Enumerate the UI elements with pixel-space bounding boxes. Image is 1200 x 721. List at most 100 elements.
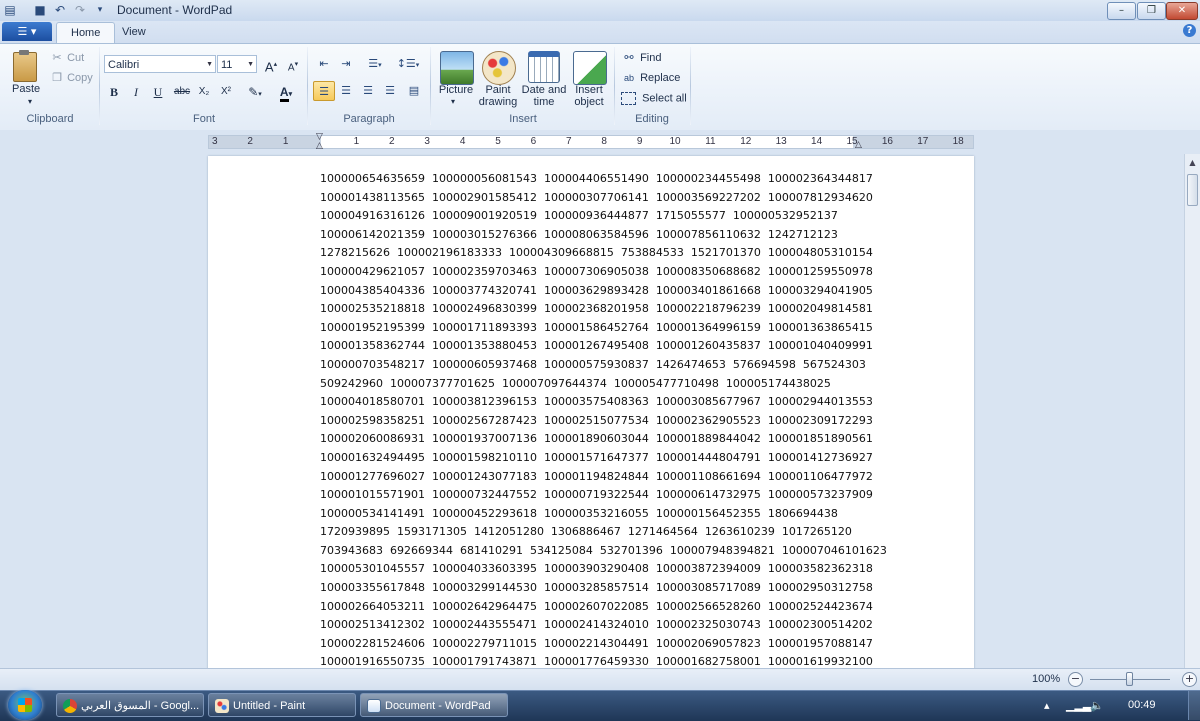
document-line[interactable]: 1720939895 1593171305 1412051280 1306886… xyxy=(320,523,887,542)
document-text[interactable]: 100000654635659 100000056081543 10000440… xyxy=(320,170,887,672)
document-line[interactable]: 1278215626 100002196183333 1000043096688… xyxy=(320,244,887,263)
ruler-tick-label: 2 xyxy=(247,136,253,147)
document-line[interactable]: 100002281524606 100002279711015 10000221… xyxy=(320,635,887,654)
show-desktop-button[interactable] xyxy=(1188,691,1200,720)
font-size-value: 11 xyxy=(221,59,233,71)
align-center-icon: ☰ xyxy=(341,84,351,97)
document-line[interactable]: 100001952195399 100001711893393 10000158… xyxy=(320,319,887,338)
font-size-select[interactable]: 11 ▼ xyxy=(217,55,257,73)
close-button[interactable]: ✕ xyxy=(1166,2,1198,20)
font-family-value: Calibri xyxy=(108,59,140,71)
scroll-thumb[interactable] xyxy=(1187,174,1198,206)
document-page[interactable]: 100000654635659 100000056081543 10000440… xyxy=(208,156,974,676)
grow-font-button[interactable]: A▴ xyxy=(261,54,281,74)
align-right-button[interactable]: ☰ xyxy=(357,81,379,101)
save-icon[interactable]: ■ xyxy=(32,3,48,18)
date-time-button[interactable]: Date and time xyxy=(522,49,566,111)
decrease-indent-button[interactable]: ⇤ xyxy=(313,54,335,74)
paint-drawing-button[interactable]: Paint drawing xyxy=(478,49,518,111)
taskbar-clock[interactable]: 00:49 xyxy=(1128,699,1156,711)
document-line[interactable]: 100004018580701 100003812396153 10000357… xyxy=(320,393,887,412)
tray-expand-icon[interactable]: ▴ xyxy=(1044,699,1050,712)
maximize-button[interactable]: ❐ xyxy=(1137,2,1166,20)
document-line[interactable]: 100001632494495 100001598210110 10000157… xyxy=(320,449,887,468)
ruler-tick-label: 12 xyxy=(740,136,752,147)
zoom-slider-thumb[interactable] xyxy=(1126,672,1133,686)
clipboard-group-label: Clipboard xyxy=(26,113,74,125)
find-button[interactable]: ⚯ Find xyxy=(621,51,661,64)
redo-icon[interactable]: ↷ xyxy=(72,3,88,18)
minimize-button[interactable]: – xyxy=(1107,2,1136,20)
zoom-in-button[interactable]: + xyxy=(1182,672,1197,687)
document-line[interactable]: 100002664053211 100002642964475 10000260… xyxy=(320,598,887,617)
help-icon[interactable]: ? xyxy=(1183,24,1196,37)
undo-icon[interactable]: ↶ xyxy=(52,3,68,18)
paste-dropdown-icon[interactable]: ▾ xyxy=(28,97,32,106)
copy-button[interactable]: ❐ Copy xyxy=(50,71,93,84)
tab-view[interactable]: View xyxy=(108,22,160,42)
document-line[interactable]: 100002513412302 100002443555471 10000241… xyxy=(320,616,887,635)
document-line[interactable]: 100002598358251 100002567287423 10000251… xyxy=(320,412,887,431)
app-menu-button[interactable]: ☰ ▾ xyxy=(2,22,52,41)
document-line[interactable]: 100005301045557 100004033603395 10000390… xyxy=(320,560,887,579)
insert-object-button[interactable]: Insert object xyxy=(569,49,609,111)
scroll-up-icon[interactable]: ▲ xyxy=(1185,156,1200,170)
justify-button[interactable]: ☰ xyxy=(379,81,401,101)
shrink-font-button[interactable]: A▾ xyxy=(283,54,303,74)
document-line[interactable]: 100004385404336 100003774320741 10000362… xyxy=(320,282,887,301)
align-center-button[interactable]: ☰ xyxy=(335,81,357,101)
document-line[interactable]: 100001358362744 100001353880453 10000126… xyxy=(320,337,887,356)
document-line[interactable]: 100002060086931 100001937007136 10000189… xyxy=(320,430,887,449)
underline-button[interactable]: U xyxy=(148,81,168,101)
subscript-button[interactable]: X₂ xyxy=(194,81,214,101)
cut-button[interactable]: ✂ Cut xyxy=(50,51,84,64)
font-color-button[interactable]: A▾ xyxy=(271,81,301,102)
document-line[interactable]: 100004916316126 100009001920519 10000093… xyxy=(320,207,887,226)
taskbar-item-label: Untitled - Paint xyxy=(233,700,306,712)
left-indent-marker[interactable]: △ xyxy=(316,141,323,151)
taskbar-item-paint[interactable]: Untitled - Paint xyxy=(208,693,356,717)
replace-button[interactable]: ab Replace xyxy=(621,72,680,84)
strikethrough-button[interactable]: abc xyxy=(170,81,194,101)
zoom-out-button[interactable]: − xyxy=(1068,672,1083,687)
increase-indent-button[interactable]: ⇥ xyxy=(335,54,357,74)
right-indent-marker[interactable]: △ xyxy=(855,140,862,150)
superscript-button[interactable]: X² xyxy=(216,81,236,101)
document-line[interactable]: 100000654635659 100000056081543 10000440… xyxy=(320,170,887,189)
align-left-button[interactable]: ☰ xyxy=(313,81,335,101)
document-line[interactable]: 100002535218818 100002496830399 10000236… xyxy=(320,300,887,319)
document-line[interactable]: 703943683 692669344 681410291 534125084 … xyxy=(320,542,887,561)
volume-icon[interactable]: 🔈 xyxy=(1090,699,1104,712)
picture-button[interactable]: Picture ▾ xyxy=(437,49,475,111)
document-line[interactable]: 100000703548217 100000605937468 10000057… xyxy=(320,356,887,375)
paint-label-1: Paint xyxy=(485,84,511,96)
document-line[interactable]: 100001277696027 100001243077183 10000119… xyxy=(320,468,887,487)
document-line[interactable]: 509242960 100007377701625 10000709764437… xyxy=(320,375,887,394)
italic-button[interactable]: I xyxy=(126,81,146,101)
start-button[interactable] xyxy=(8,690,42,720)
paragraph-settings-button[interactable]: ▤ xyxy=(403,81,425,101)
increase-indent-icon: ⇥ xyxy=(341,57,351,70)
font-family-select[interactable]: Calibri ▼ xyxy=(104,55,216,73)
taskbar-item-wordpad[interactable]: Document - WordPad xyxy=(360,693,508,717)
select-all-button[interactable]: Select all xyxy=(621,92,687,105)
bullets-button[interactable]: ☰▾ xyxy=(359,54,391,74)
network-signal-icon[interactable]: ▁▂▃ xyxy=(1066,699,1091,712)
document-line[interactable]: 100001015571901 100000732447552 10000071… xyxy=(320,486,887,505)
customize-quick-access-icon[interactable]: ▾ xyxy=(92,3,108,18)
line-spacing-button[interactable]: ↕☰▾ xyxy=(393,54,423,74)
group-separator xyxy=(307,47,308,125)
taskbar-item-chrome[interactable]: المسوق العربي - Googl... xyxy=(56,693,204,717)
vertical-scrollbar[interactable]: ▲ xyxy=(1184,154,1200,668)
highlight-button[interactable]: ✎▾ xyxy=(241,81,269,101)
document-line[interactable]: 100000429621057 100002359703463 10000730… xyxy=(320,263,887,282)
wordpad-app-icon[interactable]: ▤ xyxy=(2,3,18,18)
document-line[interactable]: 100006142021359 100003015276366 10000806… xyxy=(320,226,887,245)
paste-label[interactable]: Paste xyxy=(12,83,40,95)
tab-home[interactable]: Home xyxy=(56,22,116,43)
document-line[interactable]: 100001438113565 100002901585412 10000030… xyxy=(320,189,887,208)
bold-button[interactable]: B xyxy=(104,81,124,101)
document-line[interactable]: 100003355617848 100003299144530 10000328… xyxy=(320,579,887,598)
paste-button[interactable] xyxy=(10,50,40,84)
document-line[interactable]: 100000534141491 100000452293618 10000035… xyxy=(320,505,887,524)
